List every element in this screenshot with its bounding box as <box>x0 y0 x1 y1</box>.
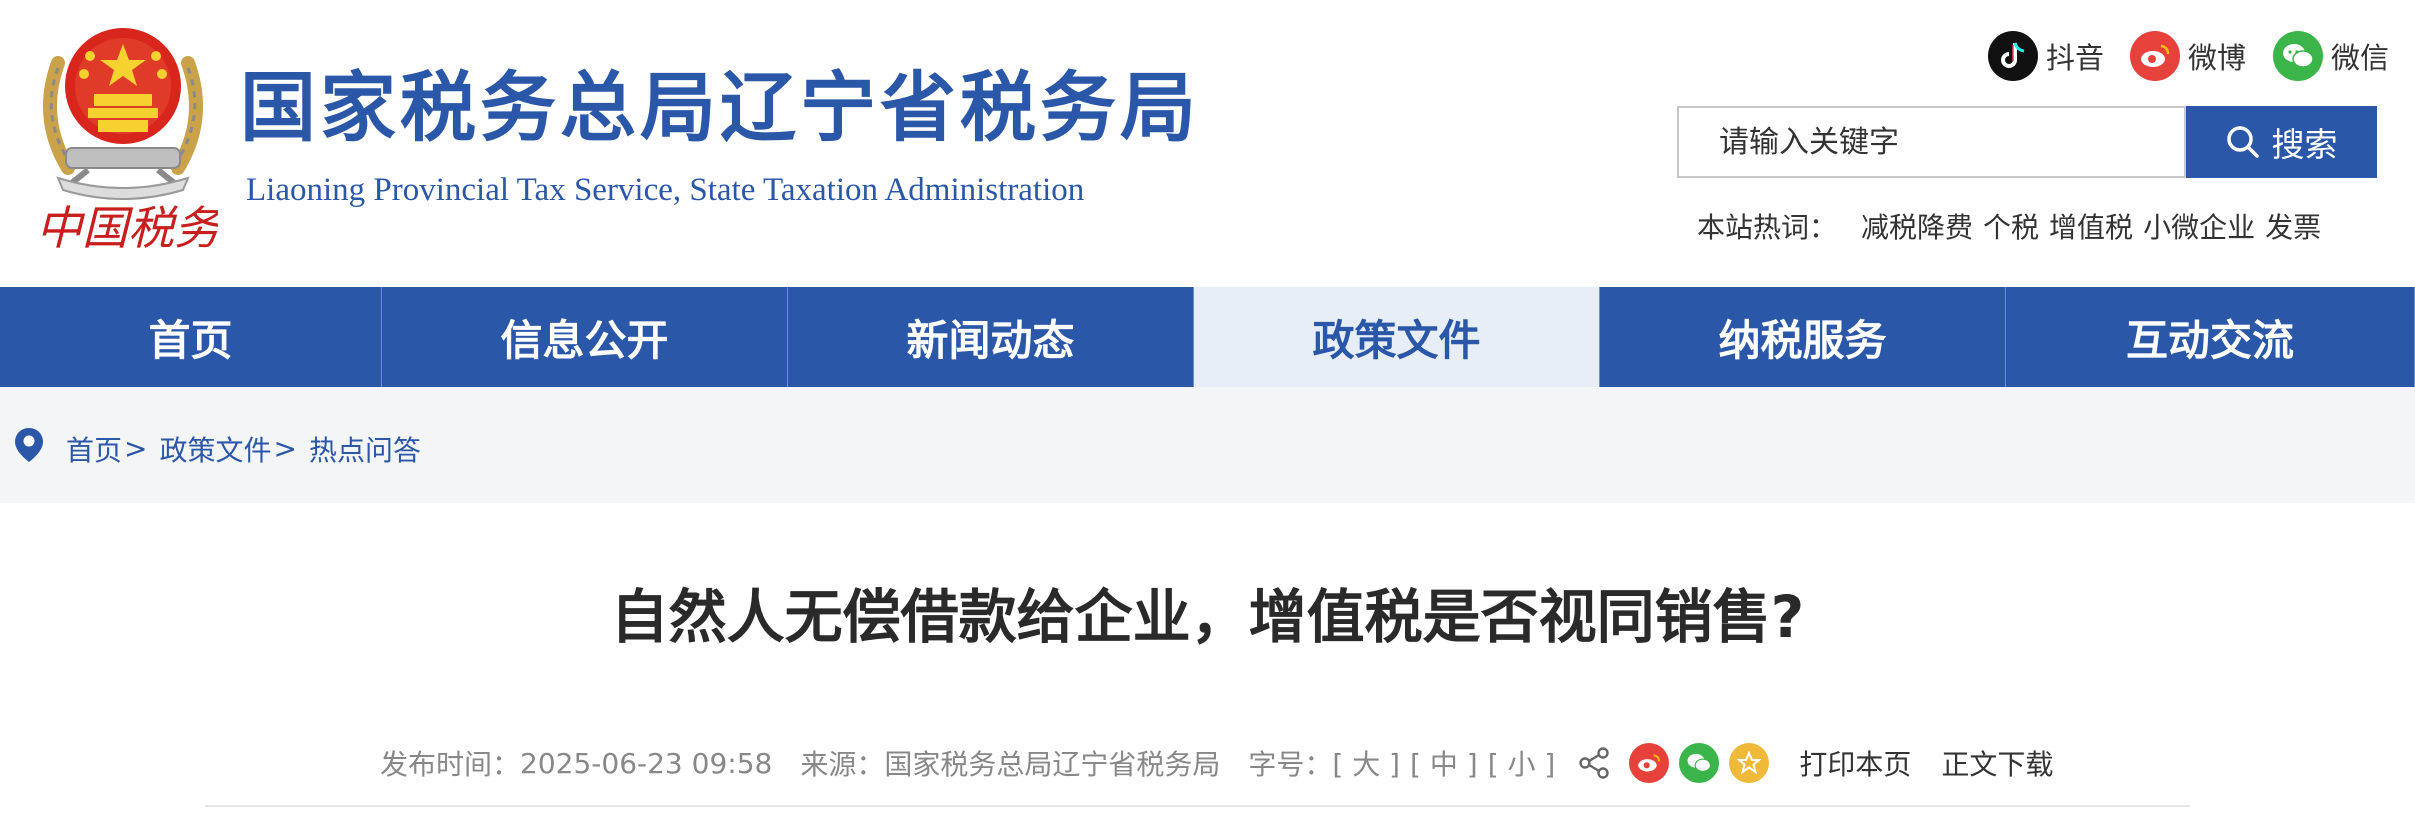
article-meta: 发布时间： 2025-06-23 09:58 来源： 国家税务总局辽宁省税务局 … <box>380 740 2053 786</box>
nav-item-news[interactable]: 新闻动态 <box>788 287 1194 387</box>
breadcrumb-policy[interactable]: 政策文件 <box>159 429 271 469</box>
meta-divider <box>205 805 2190 807</box>
share-weibo-icon[interactable] <box>1629 743 1670 783</box>
site-header: 中国税务 国家税务总局辽宁省税务局 Liaoning Provincial Ta… <box>0 0 2415 287</box>
search-input[interactable] <box>1679 108 2184 176</box>
site-subtitle: Liaoning Provincial Tax Service, State T… <box>246 172 1085 208</box>
print-page-link[interactable]: 打印本页 <box>1799 743 1911 783</box>
share-favorite-icon[interactable] <box>1729 743 1770 783</box>
breadcrumb-current[interactable]: 热点问答 <box>309 429 421 469</box>
publish-time: 2025-06-23 09:58 <box>520 746 773 780</box>
breadcrumb-home[interactable]: 首页 <box>66 429 122 469</box>
douyin-icon <box>1988 31 2038 81</box>
douyin-label: 抖音 <box>2046 41 2105 75</box>
font-size-small-button[interactable]: [ 小 ] <box>1488 743 1556 783</box>
font-size-medium-button[interactable]: [ 中 ] <box>1410 743 1478 783</box>
article-title: 自然人无偿借款给企业，增值税是否视同销售? <box>610 583 1805 651</box>
nav-item-tax-service[interactable]: 纳税服务 <box>1600 287 2006 387</box>
publish-time-label: 发布时间： <box>380 748 521 781</box>
hot-word[interactable]: 发票 <box>2265 206 2321 246</box>
wechat-icon <box>2273 31 2323 81</box>
font-size-label: 字号： <box>1248 748 1333 781</box>
search-icon <box>2226 126 2259 158</box>
search-button[interactable]: 搜索 <box>2186 106 2377 178</box>
nav-item-interaction[interactable]: 互动交流 <box>2006 287 2415 387</box>
logo-calligraphy: 中国税务 <box>36 201 218 253</box>
breadcrumb: 首页 > 政策文件 > 热点问答 <box>14 427 421 470</box>
hot-words-label: 本站热词： <box>1697 211 1838 244</box>
search-box <box>1677 106 2186 178</box>
location-pin-icon <box>14 427 44 470</box>
weibo-icon <box>2130 31 2180 81</box>
wechat-label: 微信 <box>2331 41 2390 75</box>
hot-word[interactable]: 个税 <box>1983 206 2039 246</box>
hot-words: 本站热词： 减税降费 个税 增值税 小微企业 发票 <box>1697 206 2321 246</box>
font-size-large-button[interactable]: [ 大 ] <box>1332 743 1400 783</box>
hot-word[interactable]: 减税降费 <box>1861 206 1973 246</box>
source-label: 来源： <box>800 748 885 781</box>
source: 国家税务总局辽宁省税务局 <box>884 748 1221 781</box>
nav-item-policy[interactable]: 政策文件 <box>1194 287 1600 387</box>
hot-word[interactable]: 小微企业 <box>2143 206 2255 246</box>
nav-item-info-disclosure[interactable]: 信息公开 <box>382 287 788 387</box>
weibo-link[interactable]: 微博 <box>2130 28 2246 84</box>
national-emblem-logo[interactable]: 中国税务 <box>28 8 224 255</box>
search-button-label: 搜索 <box>2271 125 2338 164</box>
nav-item-home[interactable]: 首页 <box>0 287 382 387</box>
share-wechat-icon[interactable] <box>1679 743 1720 783</box>
breadcrumb-bar: 首页 > 政策文件 > 热点问答 <box>0 387 2415 503</box>
hot-word[interactable]: 增值税 <box>2049 206 2133 246</box>
main-nav: 首页 信息公开 新闻动态 政策文件 纳税服务 互动交流 <box>0 287 2415 387</box>
download-text-link[interactable]: 正文下载 <box>1941 743 2053 783</box>
site-title: 国家税务总局辽宁省税务局 <box>240 63 1200 152</box>
breadcrumb-separator: > <box>124 432 148 465</box>
wechat-link[interactable]: 微信 <box>2273 28 2389 84</box>
share-icon[interactable] <box>1577 746 1611 780</box>
weibo-label: 微博 <box>2188 41 2247 75</box>
breadcrumb-separator: > <box>273 432 297 465</box>
douyin-link[interactable]: 抖音 <box>1988 28 2104 84</box>
